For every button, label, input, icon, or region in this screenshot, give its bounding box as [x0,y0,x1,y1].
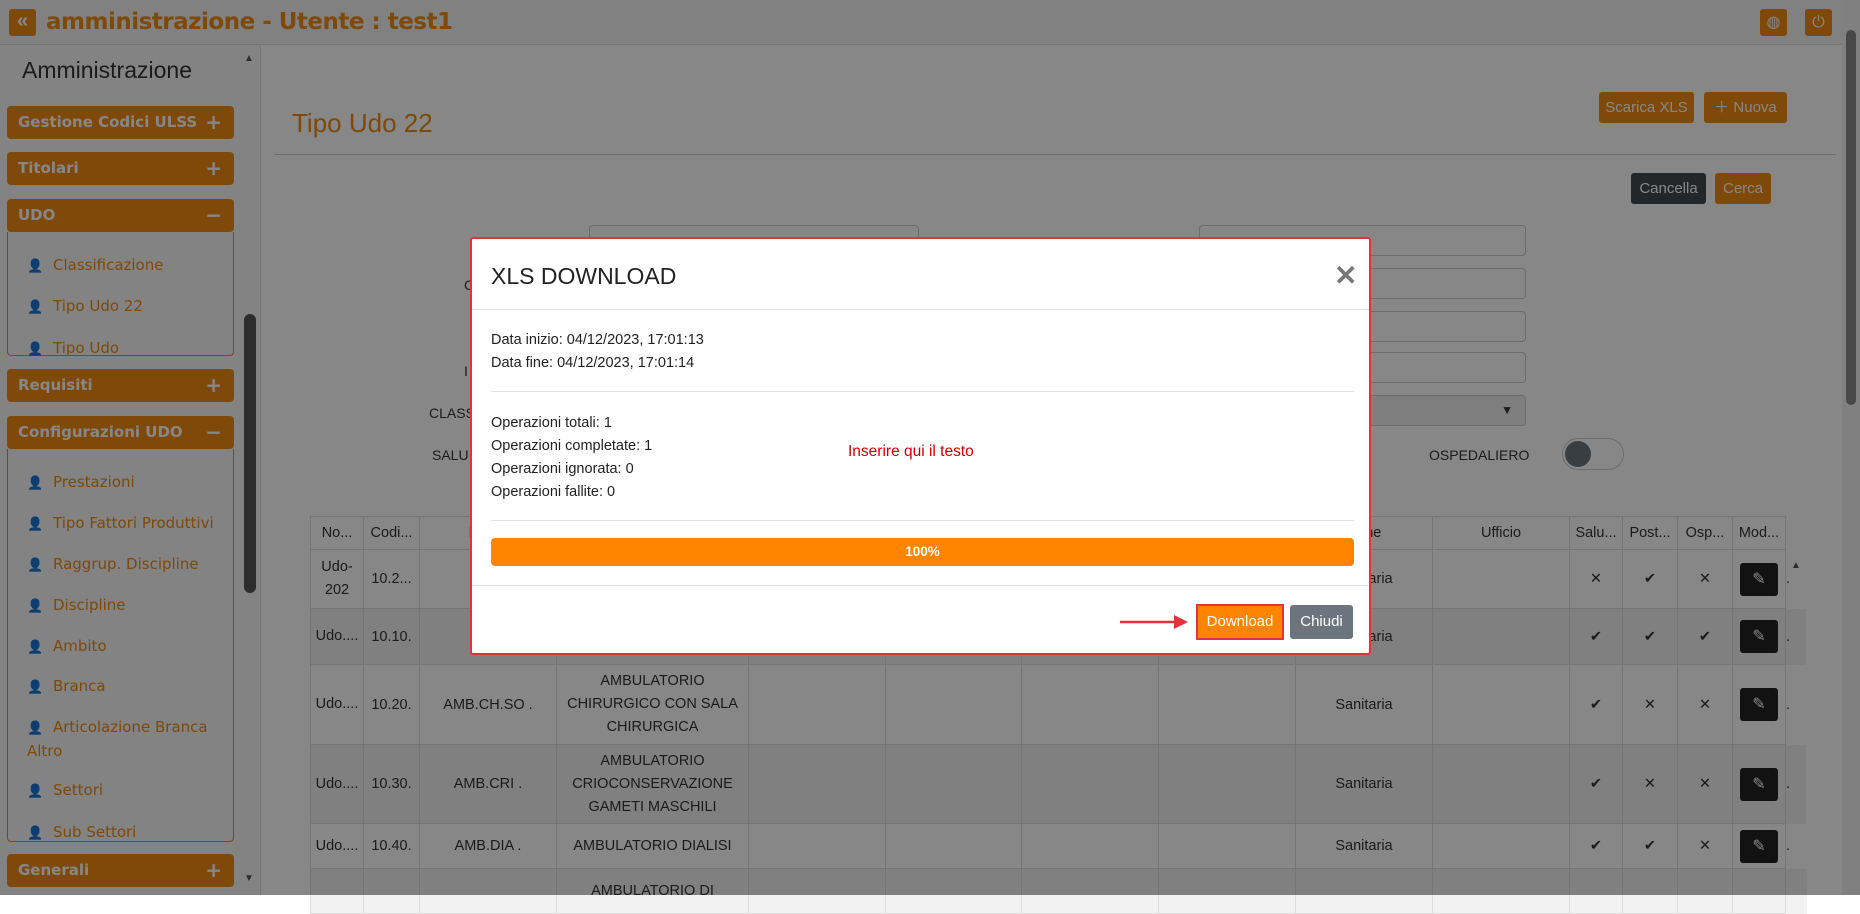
download-button[interactable]: Download [1196,604,1284,640]
close-icon[interactable]: ✕ [1334,259,1357,292]
chiudi-button[interactable]: Chiudi [1290,605,1353,639]
modal-title: XLS DOWNLOAD [491,263,677,289]
note-text: Inserire qui il testo [848,443,974,460]
data-fine: Data fine: 04/12/2023, 17:01:14 [491,355,695,371]
progress-bar: 100% [491,538,1354,566]
operazioni-totali: Operazioni totali: 1 [491,415,612,431]
arrow-right-icon [1120,615,1188,629]
operazioni-completate: Operazioni completate: 1 [491,438,653,454]
operazioni-ignorata: Operazioni ignorata: 0 [491,461,634,477]
xls-download-modal: XLS DOWNLOAD ✕ Data inizio: 04/12/2023, … [470,237,1371,655]
data-inizio: Data inizio: 04/12/2023, 17:01:13 [491,332,704,348]
progress-fill: 100% [491,538,1354,566]
operazioni-fallite: Operazioni fallite: 0 [491,484,616,500]
